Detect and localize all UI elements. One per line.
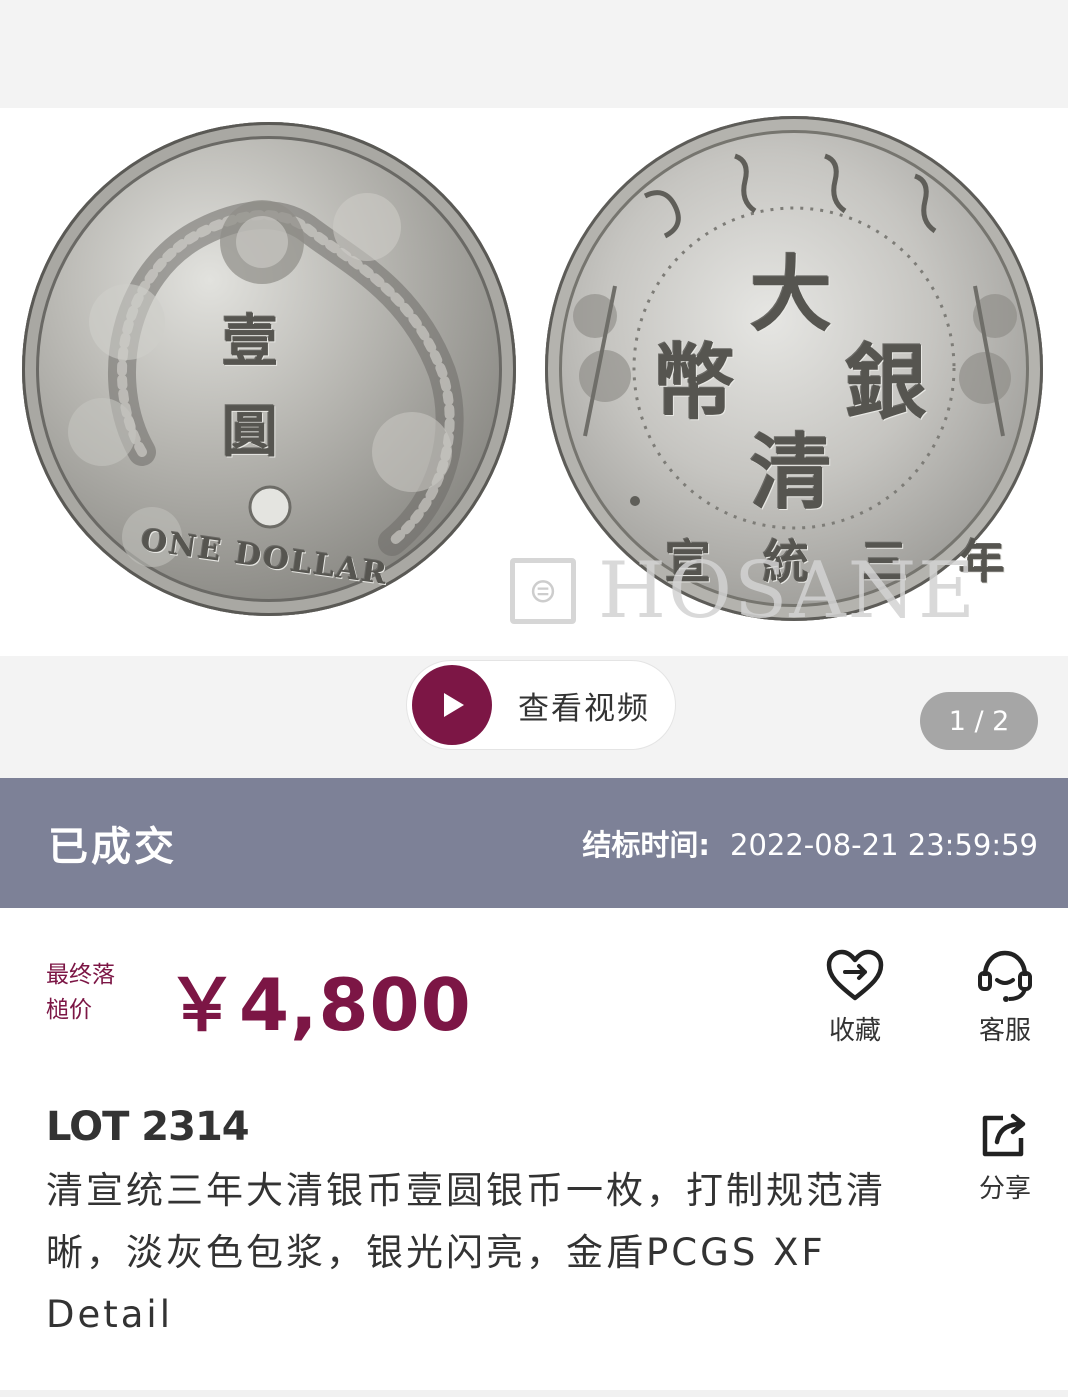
favorite-button[interactable]: 收藏 [810, 948, 900, 1047]
play-icon [412, 665, 492, 745]
customer-service-button[interactable]: 客服 [960, 948, 1050, 1047]
reverse-char-bottom: 清 [750, 425, 833, 521]
view-video-button[interactable]: 查看视频 [406, 660, 676, 750]
view-video-label: 查看视频 [518, 690, 650, 727]
bottom-divider [0, 1390, 1068, 1397]
share-button[interactable]: 分享 [960, 1108, 1050, 1205]
status-text: 已成交 [48, 824, 177, 870]
reverse-char-top: 大 [750, 247, 833, 343]
heart-icon [826, 949, 884, 1001]
reverse-char-right: 銀 [845, 335, 928, 431]
gallery-controls: 查看视频 1 / 2 [0, 656, 1068, 778]
watermark: ⊜ HOSANE [510, 546, 1055, 636]
watermark-logo: ⊜ [510, 557, 576, 624]
final-price: ￥4,800 [166, 963, 472, 1047]
coin-obverse-image: 壹 圓 ONE DOLLAR [22, 122, 516, 616]
end-time: 结标时间: 2022-08-21 23:59:59 [582, 822, 1038, 864]
end-time-label: 结标时间: [582, 828, 710, 862]
headset-icon [978, 950, 1032, 1002]
obverse-char-1: 壹 [222, 309, 278, 375]
lot-detail: 最终落槌价 ￥4,800 收藏 客服 LOT 2314 清宣统三年大清银币壹圆银… [0, 908, 1068, 1390]
share-label: 分享 [978, 1174, 1031, 1204]
auction-status-bar: 已成交 结标时间: 2022-08-21 23:59:59 [0, 778, 1068, 908]
lot-description: 清宣统三年大清银币壹圆银币一枚，打制规范清晰，淡灰色包浆，银光闪亮，金盾PCGS… [46, 1169, 886, 1336]
share-icon [982, 1113, 1026, 1157]
image-gallery[interactable]: 壹 圓 ONE DOLLAR 大 銀 清 幣 宣 統 三 年 ⊜ HOSANE [0, 108, 1068, 656]
end-time-value: 2022-08-21 23:59:59 [730, 828, 1038, 862]
customer-service-label: 客服 [978, 1016, 1031, 1046]
final-price-label: 最终落槌价 [46, 962, 115, 1023]
lot-number: LOT 2314 [46, 1104, 250, 1150]
favorite-label: 收藏 [828, 1016, 881, 1046]
top-bar [0, 0, 1068, 108]
watermark-text: HOSANE [598, 545, 977, 636]
reverse-char-left: 幣 [653, 335, 736, 431]
image-pager: 1 / 2 [920, 692, 1038, 750]
obverse-char-2: 圓 [222, 399, 278, 465]
